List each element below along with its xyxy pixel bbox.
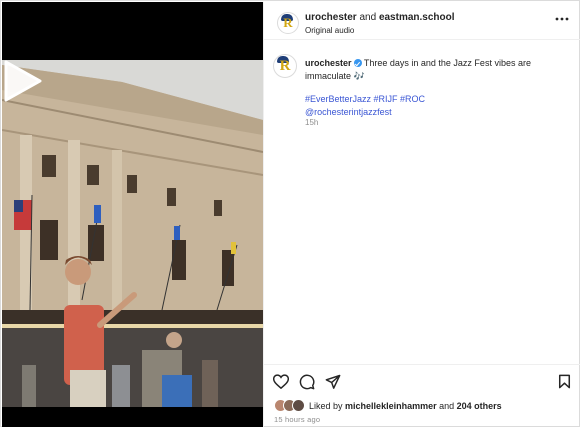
post-timestamp[interactable]: 15 hours ago [274, 415, 320, 424]
caption-relative-time: 15h [305, 118, 319, 127]
likes-count-link[interactable]: 204 others [457, 401, 502, 411]
send-icon[interactable] [325, 374, 341, 389]
play-icon[interactable] [2, 60, 42, 102]
mention-link[interactable]: @rochesterintjazzfest [305, 107, 392, 117]
post-media[interactable] [2, 2, 263, 427]
original-audio-link[interactable]: Original audio [305, 26, 354, 35]
caption-tags: #EverBetterJazz #RIJF #ROC @rochesterint… [305, 93, 571, 118]
caption-author-avatar[interactable]: R [273, 54, 297, 78]
caption-username-link[interactable]: urochester [305, 58, 352, 68]
hashtag-links[interactable]: #EverBetterJazz #RIJF #ROC [305, 94, 425, 104]
authors-connector: and [359, 12, 377, 23]
liked-by-and: and [439, 401, 455, 411]
crest-logo: R [279, 57, 291, 74]
post-container: R urochester and eastman.school Original… [0, 0, 580, 427]
author-avatar[interactable]: R [277, 12, 299, 34]
liked-by-user-link[interactable]: michellekleinhammer [345, 401, 437, 411]
video-frame-image [2, 60, 263, 407]
comment-icon[interactable] [299, 374, 315, 390]
post-details-panel: R urochester and eastman.school Original… [263, 2, 580, 427]
post-header: R urochester and eastman.school Original… [264, 2, 580, 40]
post-actions-bar: Liked by michellekleinhammer and 204 oth… [264, 364, 580, 427]
liked-by-prefix: Liked by [309, 401, 343, 411]
bookmark-icon[interactable] [558, 374, 571, 389]
heart-icon[interactable] [273, 374, 289, 389]
more-horizontal-icon[interactable] [555, 16, 569, 22]
video-player[interactable] [2, 60, 263, 407]
verified-badge-icon [353, 59, 362, 67]
liker-avatars [274, 399, 306, 413]
crest-logo: R [283, 15, 293, 30]
likes-summary: Liked by michellekleinhammer and 204 oth… [309, 401, 502, 411]
post-caption: urochester Three days in and the Jazz Fe… [305, 57, 571, 82]
liker-avatar [292, 399, 305, 412]
collaborator-username-link[interactable]: eastman.school [379, 12, 455, 23]
post-authors: urochester and eastman.school [305, 12, 455, 23]
author-username-link[interactable]: urochester [305, 12, 357, 23]
